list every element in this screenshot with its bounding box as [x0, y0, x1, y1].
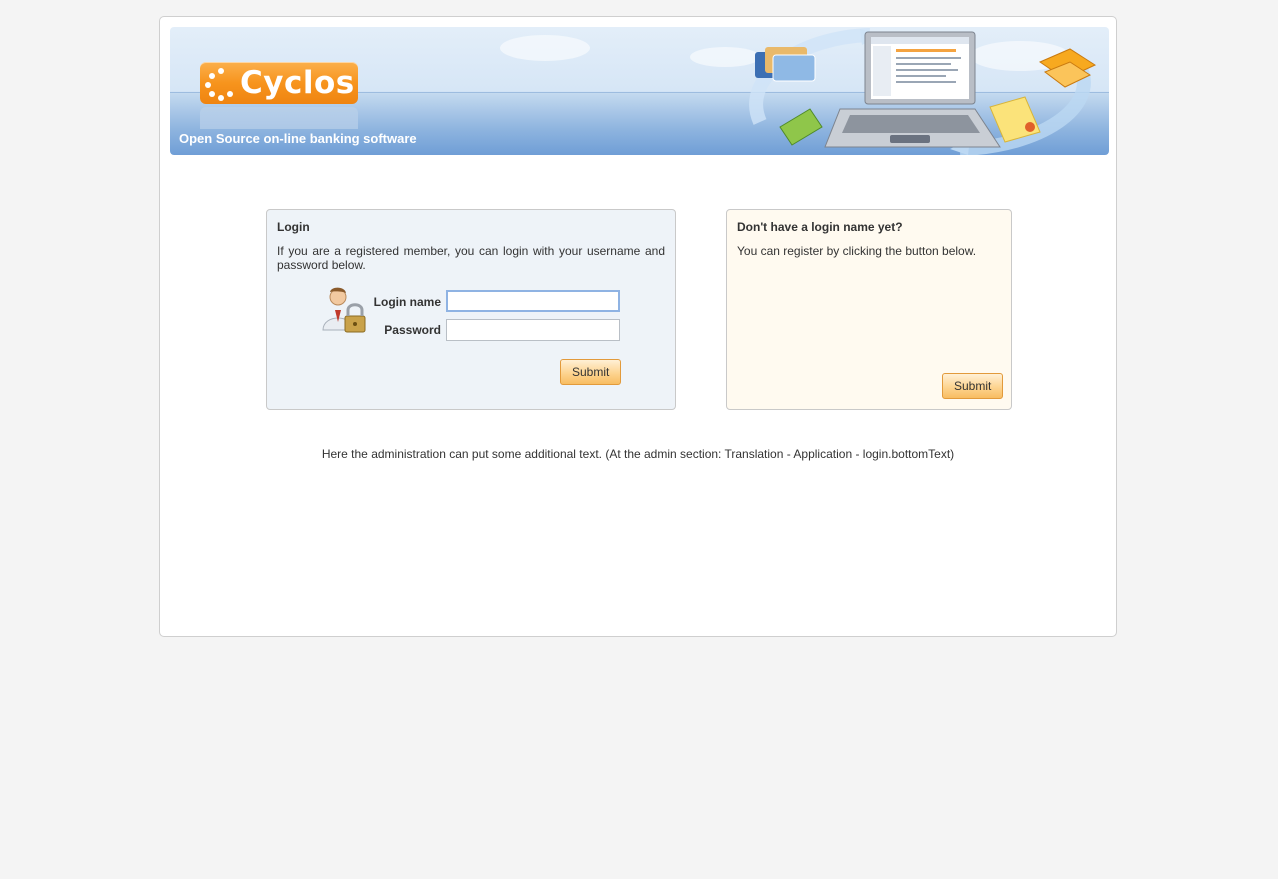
register-submit-button[interactable]: Submit	[942, 373, 1004, 399]
logo-text: Cyclos	[240, 65, 355, 101]
banner-tagline: Open Source on-line banking software	[179, 131, 417, 146]
header-banner: Cyclos Open Source on-line banking softw…	[170, 27, 1109, 155]
login-title: Login	[277, 220, 310, 234]
page-container: Cyclos Open Source on-line banking softw…	[159, 16, 1117, 637]
bottom-admin-text: Here the administration can put some add…	[321, 447, 955, 461]
register-description: You can register by clicking the button …	[737, 244, 977, 258]
login-description: If you are a registered member, you can …	[277, 244, 665, 272]
laptop-cards-illustration	[749, 28, 1097, 155]
register-title: Don't have a login name yet?	[737, 220, 903, 234]
cyclos-logo: Cyclos	[200, 62, 358, 104]
logo-reflection	[200, 107, 358, 129]
login-name-label: Login name	[373, 295, 441, 309]
login-panel: Login If you are a registered member, yo…	[266, 209, 676, 410]
register-panel: Don't have a login name yet? You can reg…	[726, 209, 1012, 410]
login-submit-button[interactable]: Submit	[560, 359, 622, 385]
login-name-input[interactable]	[446, 290, 620, 312]
password-input[interactable]	[446, 319, 620, 341]
password-label: Password	[384, 323, 441, 337]
logo-dots-icon	[205, 68, 237, 101]
